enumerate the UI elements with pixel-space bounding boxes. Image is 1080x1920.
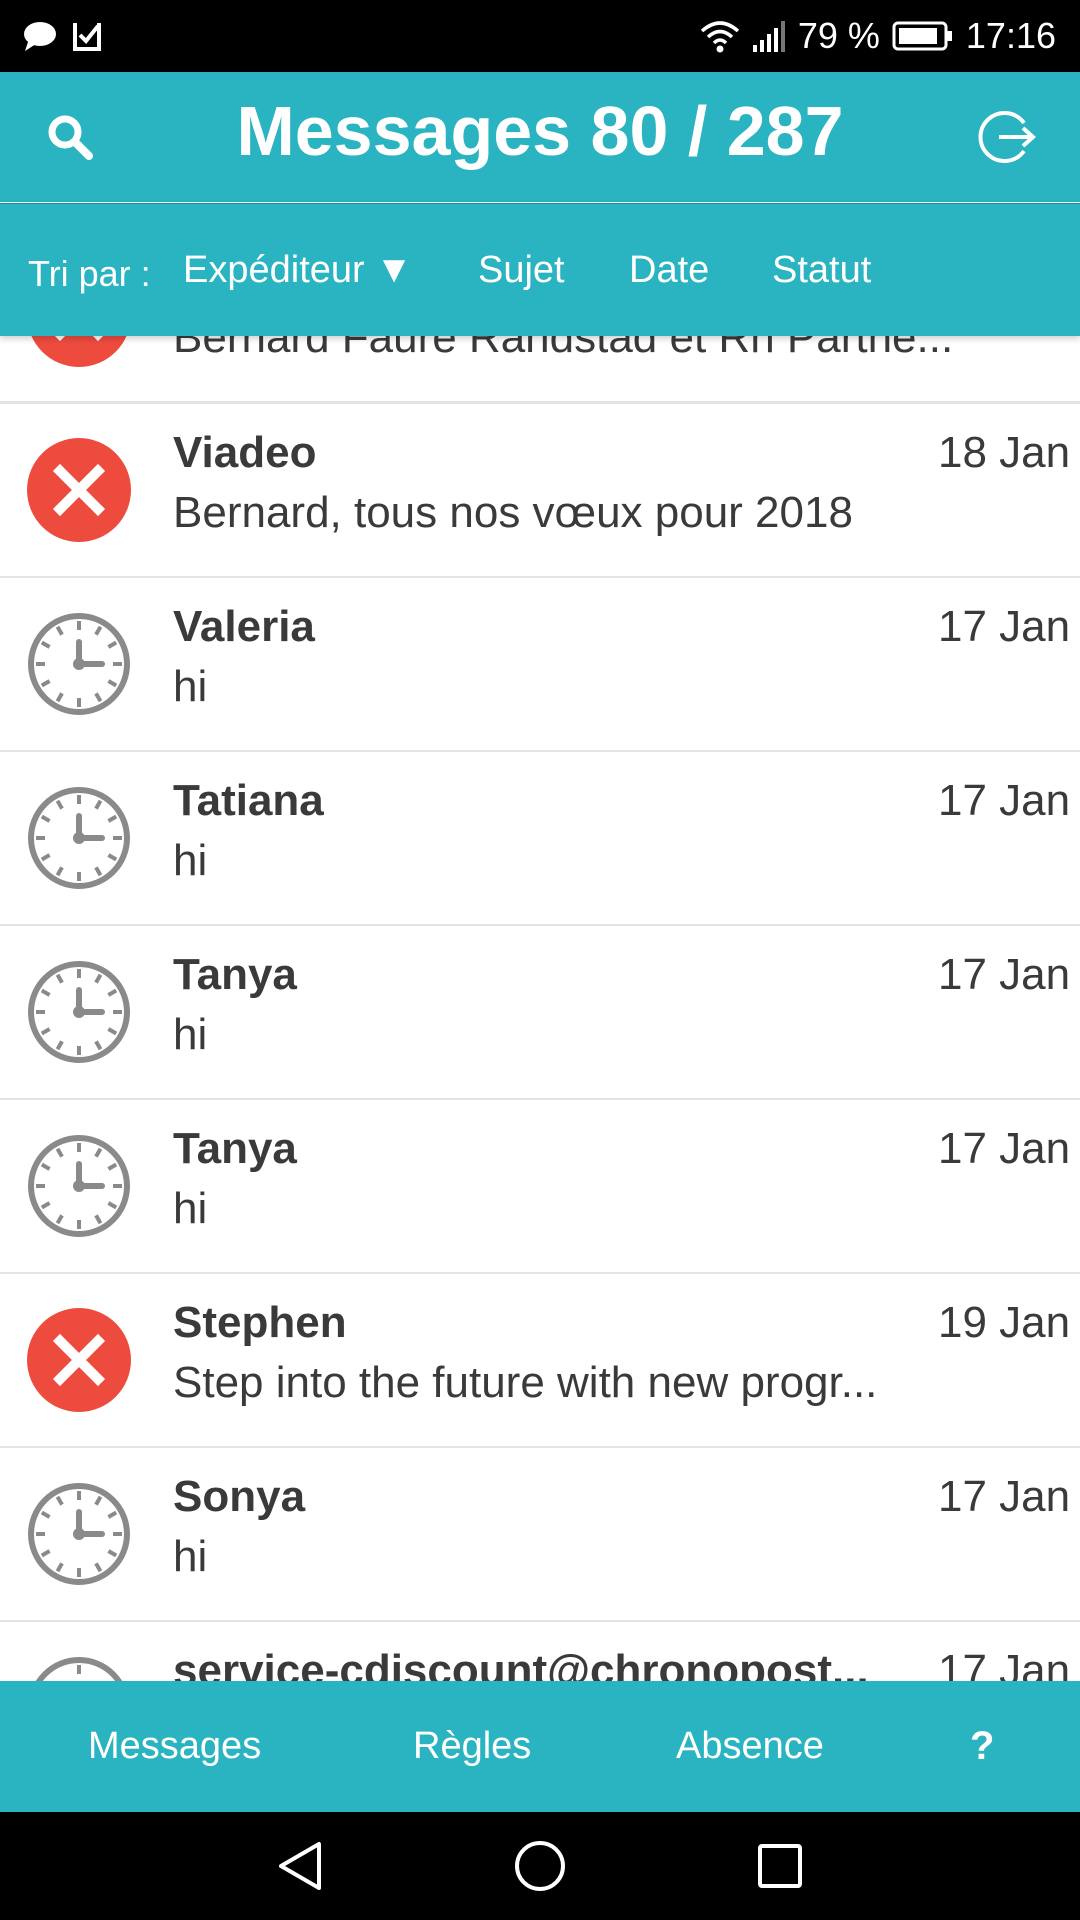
sort-label: Tri par :	[28, 253, 151, 294]
app-header: Messages 80 / 287	[0, 72, 1080, 202]
back-triangle-icon[interactable]	[272, 1839, 326, 1893]
tab-rules[interactable]: Règles	[413, 1681, 531, 1812]
bottom-tab-bar: Messages Règles Absence ?	[0, 1681, 1080, 1812]
recents-square-icon[interactable]	[753, 1839, 807, 1893]
tab-help[interactable]: ?	[970, 1681, 994, 1812]
list-item[interactable]: Tanya 17 Jan hi	[0, 926, 1080, 1101]
list-item[interactable]: Stephen 19 Jan Step into the future with…	[0, 1274, 1080, 1449]
message-subject: hi	[173, 1532, 208, 1581]
list-item[interactable]: Tanya 17 Jan hi	[0, 1100, 1080, 1275]
list-item[interactable]: service-cdiscount@chronopost... 17 Jan	[0, 1622, 1080, 1681]
message-sender: Sonya	[173, 1472, 306, 1521]
message-list[interactable]: Bernard Faure Randstad et Rh Partne... V…	[0, 335, 1080, 1681]
clock-icon	[26, 959, 132, 1065]
clock: 17:16	[965, 15, 1056, 56]
rejected-x-icon	[26, 437, 132, 543]
message-sender: Stephen	[173, 1298, 347, 1347]
message-sender: Tatiana	[173, 776, 324, 825]
clock-icon	[26, 1133, 132, 1239]
message-sender: Viadeo	[173, 428, 317, 477]
chat-bubble-icon	[22, 20, 58, 52]
message-date: 17 Jan	[938, 1646, 1071, 1681]
rejected-x-icon	[26, 1307, 132, 1413]
message-date: 17 Jan	[938, 1472, 1071, 1521]
message-sender: Tanya	[173, 1124, 297, 1173]
tab-absence[interactable]: Absence	[676, 1681, 824, 1812]
status-bar: 79 % 17:16	[0, 0, 1080, 72]
system-nav-bar	[0, 1812, 1080, 1920]
clock-icon	[26, 1655, 132, 1681]
signal-icon	[752, 19, 786, 53]
message-subject: hi	[173, 662, 208, 711]
message-subject: hi	[173, 1184, 208, 1233]
status-left	[22, 0, 102, 72]
message-date: 17 Jan	[938, 1124, 1071, 1173]
rejected-x-icon	[26, 335, 132, 368]
message-date: 17 Jan	[938, 776, 1071, 825]
sort-by-status[interactable]: Statut	[772, 204, 871, 336]
search-icon[interactable]	[40, 107, 100, 167]
message-subject: Bernard Faure Randstad et Rh Partne...	[173, 335, 954, 362]
clock-icon	[26, 611, 132, 717]
home-circle-icon[interactable]	[513, 1839, 567, 1893]
sort-by-subject[interactable]: Sujet	[478, 204, 565, 336]
wifi-icon	[700, 19, 740, 53]
message-subject: hi	[173, 836, 208, 885]
sort-by-sender[interactable]: Expéditeur ▼	[183, 204, 413, 336]
list-item[interactable]: Sonya 17 Jan hi	[0, 1448, 1080, 1623]
message-sender: Valeria	[173, 602, 315, 651]
sort-by-date[interactable]: Date	[629, 204, 709, 336]
list-item[interactable]: Viadeo 18 Jan Bernard, tous nos vœux pou…	[0, 404, 1080, 579]
clock-icon	[26, 1481, 132, 1587]
message-sender: Tanya	[173, 950, 297, 999]
sort-bar: Tri par : Expéditeur ▼ Sujet Date Statut	[0, 203, 1080, 336]
message-subject: hi	[173, 1010, 208, 1059]
list-item[interactable]: Bernard Faure Randstad et Rh Partne...	[0, 335, 1080, 404]
page-title: Messages 80 / 287	[236, 92, 844, 170]
message-date: 19 Jan	[938, 1298, 1071, 1347]
list-item[interactable]: Valeria 17 Jan hi	[0, 578, 1080, 753]
message-subject: Bernard, tous nos vœux pour 2018	[173, 488, 853, 537]
message-date: 17 Jan	[938, 602, 1071, 651]
battery-icon	[892, 20, 954, 52]
tab-messages[interactable]: Messages	[88, 1681, 261, 1812]
check-bag-icon	[72, 20, 102, 52]
battery-percent: 79 %	[797, 15, 880, 56]
logout-icon[interactable]	[974, 104, 1040, 170]
message-date: 17 Jan	[938, 950, 1071, 999]
message-date: 18 Jan	[938, 428, 1071, 477]
status-right: 79 % 17:16	[700, 0, 1056, 72]
list-item[interactable]: Tatiana 17 Jan hi	[0, 752, 1080, 927]
message-sender: service-cdiscount@chronopost...	[173, 1646, 869, 1681]
clock-icon	[26, 785, 132, 891]
message-subject: Step into the future with new progr...	[173, 1358, 878, 1407]
